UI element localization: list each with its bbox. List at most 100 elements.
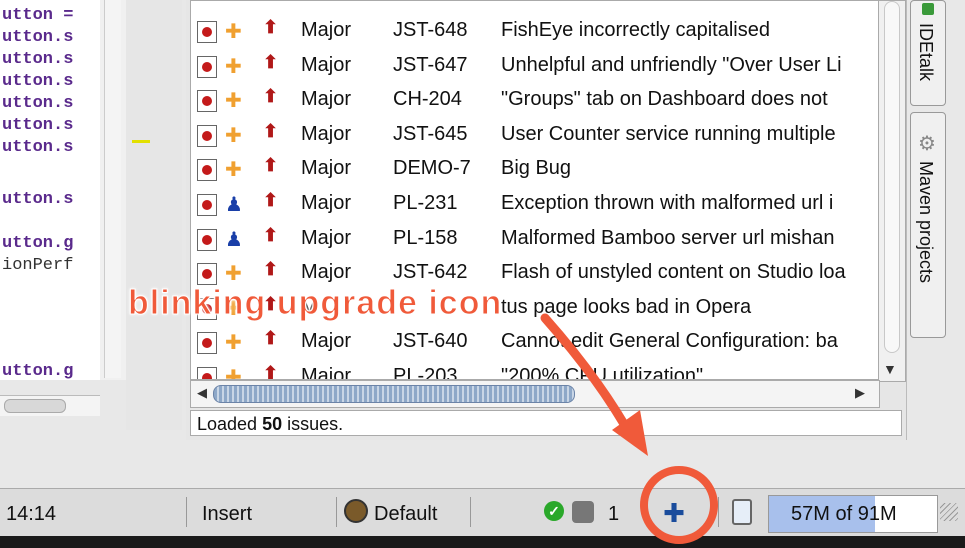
memory-indicator[interactable]: 57M of 91M	[768, 495, 938, 533]
insert-mode-indicator[interactable]: Insert	[202, 503, 252, 526]
issue-priority: Major	[301, 19, 352, 41]
code-line: utton.s	[2, 94, 74, 113]
issue-priority: Major	[301, 157, 352, 180]
up-arrow-icon: ⬆	[263, 120, 279, 141]
tool-tab-label: IDEtalk	[916, 23, 936, 82]
inspection-profile[interactable]: Default	[374, 503, 437, 526]
issue-row[interactable]: ✚ ⬆ Major JST-645 User Counter service runni…	[191, 119, 879, 153]
issue-summary: "Groups" tab on Dashboard does not	[501, 88, 828, 111]
status-prefix: Loaded	[197, 414, 263, 434]
inspector-profile-icon[interactable]	[344, 499, 368, 523]
issue-summary: tus page looks bad in Opera	[501, 295, 752, 318]
issue-row[interactable]: ✚ ⬆ Major CH-204 "Groups" tab on Dashboard d…	[191, 84, 879, 118]
up-arrow-icon: ⬆	[263, 155, 279, 176]
puzzle-icon: ✚	[225, 332, 242, 355]
tool-tab-label: Maven projects	[916, 161, 936, 284]
issue-summary: User Counter service running multiple	[501, 122, 836, 145]
bug-icon	[197, 228, 217, 251]
status-bar: 14:14 Insert Default ✓ 1 ✚ 57M of 91M	[0, 488, 965, 537]
issue-priority: Major	[301, 53, 352, 76]
memory-label: 57M of 91M	[791, 503, 897, 525]
issue-summary: Unhelpful and unfriendly "Over User Li	[501, 53, 842, 76]
up-arrow-icon: ⬆	[263, 259, 279, 280]
issue-summary: Big Bug	[501, 157, 572, 180]
issue-priority: Major	[301, 192, 352, 214]
separator	[470, 497, 471, 527]
person-icon: ♟	[225, 194, 243, 216]
issues-horizontal-scrollbar[interactable]: ◀ ▶	[190, 380, 880, 408]
issue-key: CH-204	[393, 88, 462, 111]
caret-position[interactable]: 14:14	[6, 503, 56, 526]
up-arrow-icon: ⬆	[263, 363, 279, 380]
tool-tab-idetalk[interactable]: IDEtalk	[910, 0, 946, 106]
issue-priority: Major	[301, 261, 352, 284]
issue-priority: Major	[301, 330, 352, 353]
scroll-right-arrow-icon[interactable]: ▶	[855, 385, 865, 401]
editor-horizontal-scrollbar[interactable]	[0, 395, 100, 416]
code-editor[interactable]: utton = utton.s utton.s utton.s utton.s utton…	[0, 0, 101, 380]
code-line: ionPerf	[2, 256, 74, 275]
tool-tab-maven-projects[interactable]: ⚙ Maven projects	[910, 112, 946, 338]
issue-summary: Flash of unstyled content on Studio loa	[501, 261, 846, 284]
issue-row[interactable]: ✚ ⬆ Major JST-647 Unhelpful and unfriendly "…	[191, 50, 879, 84]
issues-horizontal-scroll-thumb[interactable]	[213, 385, 575, 403]
editor-vertical-scrollbar[interactable]	[104, 0, 121, 378]
resize-grip-icon[interactable]	[940, 503, 958, 521]
issue-key: JST-640	[393, 330, 468, 353]
bug-icon	[197, 124, 217, 147]
issue-row[interactable]: ✚ ⬆ Major JST-640 Cannot edit General Config…	[191, 326, 879, 360]
issues-list[interactable]: ✚ ⬆ Major JST-648 FishEye incorrectly capita…	[190, 0, 880, 380]
idetalk-icon	[922, 3, 934, 15]
issue-key: DEMO-7	[393, 157, 471, 180]
issue-key: PL-231	[393, 192, 458, 214]
bug-icon	[197, 90, 217, 113]
issue-row[interactable]: ✚ ⬆ Major DEMO-7 Big Bug	[191, 153, 879, 187]
code-line: utton.s	[2, 116, 74, 135]
problems-count[interactable]: 1	[608, 503, 619, 526]
issue-key: PL-203	[393, 365, 458, 380]
annotation-circle	[640, 466, 718, 544]
issue-key: JST-647	[393, 53, 468, 76]
annotation-callout: blinking upgrade icon	[127, 284, 503, 323]
panel-divider	[126, 0, 182, 430]
puzzle-icon: ✚	[225, 263, 242, 286]
separator	[336, 497, 337, 527]
issue-key: JST-645	[393, 122, 468, 145]
up-arrow-icon: ⬆	[263, 190, 279, 210]
check-icon[interactable]: ✓	[544, 501, 564, 521]
trash-icon[interactable]	[732, 499, 752, 525]
scroll-left-arrow-icon[interactable]: ◀	[197, 385, 207, 401]
ide-window: utton = utton.s utton.s utton.s utton.s utton…	[0, 0, 965, 548]
bug-icon	[197, 55, 217, 78]
separator	[718, 497, 719, 527]
issue-priority: Major	[301, 226, 352, 249]
code-line: utton.s	[2, 50, 74, 69]
issue-row[interactable]: ✚ ⬆ Major JST-648 FishEye incorrectly capita…	[191, 15, 879, 49]
issues-count: 50	[262, 414, 283, 434]
code-line: utton.g	[2, 234, 74, 253]
issue-summary: "200% CPU utilization"	[501, 365, 704, 380]
issue-row[interactable]: ♟ ⬆ Major PL-158 Malformed Bamboo server url…	[191, 223, 879, 257]
issue-summary: Cannot edit General Configuration: ba	[501, 330, 838, 353]
issue-priority: Major	[301, 122, 352, 145]
scroll-down-arrow-icon[interactable]: ▼	[883, 361, 897, 377]
puzzle-icon: ✚	[225, 367, 242, 380]
issues-status-message: Loaded 50 issues.	[190, 410, 902, 436]
up-arrow-icon: ⬆	[263, 328, 279, 349]
puzzle-icon: ✚	[225, 124, 242, 147]
issues-vertical-scrollbar[interactable]: ▼	[878, 0, 906, 382]
bug-icon	[197, 159, 217, 182]
issue-key: JST-642	[393, 261, 468, 284]
issue-row[interactable]: ✚ ⬆ Major PL-203 "200% CPU utilization"	[191, 361, 879, 380]
puzzle-icon: ✚	[225, 159, 242, 182]
editor-scroll-thumb[interactable]	[4, 399, 66, 413]
issue-row[interactable]: ♟ ⬆ Major PL-231 Exception thrown with malfo…	[191, 188, 879, 222]
person-icon: ♟	[225, 228, 243, 251]
warning-marker[interactable]	[132, 140, 150, 143]
issue-summary: Malformed Bamboo server url mishan	[501, 226, 835, 249]
database-icon[interactable]	[572, 501, 594, 523]
issues-vertical-scroll-thumb[interactable]	[884, 1, 900, 353]
bug-icon	[197, 194, 217, 216]
issue-key: JST-648	[393, 19, 468, 41]
bug-icon	[197, 367, 217, 379]
